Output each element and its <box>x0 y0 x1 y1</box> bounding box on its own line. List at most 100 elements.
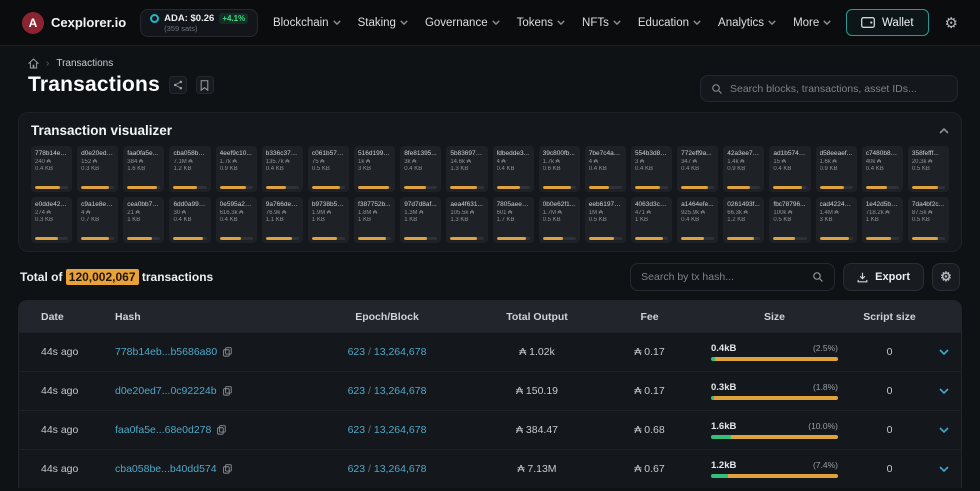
nav-menu-item[interactable]: Governance <box>425 17 500 29</box>
tx-card[interactable]: cad42249... 1.4M ₳ 3 KB <box>816 197 857 243</box>
tx-card[interactable]: c7480b88... 40k ₳ 0.4 KB <box>862 146 903 192</box>
block-link[interactable]: 13,264,678 <box>374 385 427 397</box>
tx-card[interactable]: a1464efe... 925.9k ₳ 0.4 KB <box>677 197 718 243</box>
tx-card[interactable]: 6dd0a999... 30 ₳ 0.4 KB <box>169 197 210 243</box>
expand-row-button[interactable] <box>927 349 961 355</box>
epoch-link[interactable]: 623 <box>348 424 366 436</box>
wallet-button[interactable]: Wallet <box>846 9 929 36</box>
tx-card[interactable]: 39c800fb... 1.7k ₳ 0.6 KB <box>539 146 580 192</box>
block-link[interactable]: 13,264,678 <box>374 463 427 475</box>
tx-card-size-bar <box>450 237 483 240</box>
tx-card[interactable]: cea0bb73... 21 ₳ 1 KB <box>123 197 164 243</box>
epoch-link[interactable]: 623 <box>348 385 366 397</box>
tx-hash-search-input[interactable] <box>641 271 812 283</box>
nav-menu-item[interactable]: Education <box>638 17 701 29</box>
tx-card-amount: 471 ₳ <box>635 210 668 216</box>
tx-card[interactable]: 516d1995... 1k ₳ 3 KB <box>354 146 395 192</box>
tx-card[interactable]: 358fefff... 20.3k ₳ 0.5 KB <box>908 146 949 192</box>
tx-card[interactable]: ad1b5743... 15 ₳ 0.4 KB <box>769 146 810 192</box>
chevron-down-icon <box>693 20 701 25</box>
epoch-link[interactable]: 623 <box>348 463 366 475</box>
block-link[interactable]: 13,264,678 <box>374 424 427 436</box>
tx-card[interactable]: 0e595a28... 616.3k ₳ 0.4 KB <box>216 197 257 243</box>
tx-card[interactable]: c9a1e8e7... 4 ₳ 0.7 KB <box>77 197 118 243</box>
tx-card[interactable]: b9738b57... 1.9M ₳ 1 KB <box>308 197 349 243</box>
epoch-link[interactable]: 623 <box>348 346 366 358</box>
block-link[interactable]: 13,264,678 <box>374 346 427 358</box>
tx-hash-search[interactable] <box>630 263 835 291</box>
home-icon[interactable] <box>28 58 39 69</box>
tx-card-size-bar <box>35 237 68 240</box>
tx-card[interactable]: 778b14eb... 240 ₳ 0.4 KB <box>31 146 72 192</box>
tx-card[interactable]: 1e42d5b3... 718.2k ₳ 1 KB <box>862 197 903 243</box>
tx-hash-link[interactable]: cba058be...b40dd574 <box>115 463 217 475</box>
tx-card[interactable]: fbc78796... 100k ₳ 0.5 KB <box>769 197 810 243</box>
tx-card[interactable]: 97d7d8af... 1.3M ₳ 1 KB <box>400 197 441 243</box>
tx-card[interactable]: d58eeaef... 1.6k ₳ 0.9 KB <box>816 146 857 192</box>
tx-card-amount: 20.3k ₳ <box>912 159 945 165</box>
tx-card[interactable]: 4063d3c7... 471 ₳ 1 KB <box>631 197 672 243</box>
tx-card[interactable]: 7da4bf2c... 87.5k ₳ 0.5 KB <box>908 197 949 243</box>
nav-menu-item[interactable]: NFTs <box>582 17 621 29</box>
tx-card[interactable]: 0b0e62f1... 1.7M ₳ 0.5 KB <box>539 197 580 243</box>
tx-card-size: 0.4 KB <box>404 166 437 172</box>
tx-hash-link[interactable]: 778b14eb...b5686a80 <box>115 346 217 358</box>
nav-menu-item[interactable]: Blockchain <box>273 17 341 29</box>
tx-card[interactable]: 9a766dea... 76.9k ₳ 1.1 KB <box>262 197 303 243</box>
ada-price-badge[interactable]: ADA: $0.26 +4.1% (359 sats) <box>140 9 258 37</box>
tx-card[interactable]: cba058be... 7.1M ₳ 1.2 KB <box>169 146 210 192</box>
copy-icon[interactable] <box>223 347 232 357</box>
nav-menu-item[interactable]: Staking <box>358 17 408 29</box>
tx-card[interactable]: 772eff9a... 347 ₳ 0.4 KB <box>677 146 718 192</box>
tx-card[interactable]: 4eef9c10... 1.7k ₳ 0.9 KB <box>216 146 257 192</box>
tx-card[interactable]: fdbedde3... 4 ₳ 0.4 KB <box>493 146 534 192</box>
tx-hash-link[interactable]: faa0fa5e...68e0d278 <box>115 424 211 436</box>
copy-icon[interactable] <box>217 425 226 435</box>
tx-card[interactable]: 5b836971... 14.6k ₳ 1.3 KB <box>446 146 487 192</box>
tx-card-size-bar <box>866 237 899 240</box>
expand-row-button[interactable] <box>927 466 961 472</box>
brand-logo-group[interactable]: A Cexplorer.io <box>22 12 126 34</box>
chevron-down-icon <box>939 427 949 433</box>
tx-card[interactable]: eeb6197c... 1M ₳ 0.5 KB <box>585 197 626 243</box>
column-header-fee: Fee <box>602 311 697 323</box>
tx-card[interactable]: 7805aee7... 601 ₳ 1.7 KB <box>493 197 534 243</box>
chevron-down-icon <box>939 349 949 355</box>
breadcrumb: › Transactions <box>0 46 980 69</box>
breadcrumb-item[interactable]: Transactions <box>56 58 113 69</box>
tx-card[interactable]: 0261493f... 66.3k ₳ 1.2 KB <box>723 197 764 243</box>
table-settings-button[interactable]: ⚙ <box>932 263 960 291</box>
wallet-button-label: Wallet <box>882 17 914 29</box>
share-button[interactable] <box>169 76 187 94</box>
nav-menu-item[interactable]: Analytics <box>718 17 776 29</box>
tx-card-amount: 3k ₳ <box>404 159 437 165</box>
tx-card[interactable]: faa0fa5e... 384 ₳ 1.6 KB <box>123 146 164 192</box>
global-search[interactable] <box>700 75 958 102</box>
bookmark-button[interactable] <box>196 76 214 94</box>
tx-card[interactable]: 7be7c4a3... 4 ₳ 0.4 KB <box>585 146 626 192</box>
expand-row-button[interactable] <box>927 427 961 433</box>
copy-icon[interactable] <box>223 386 232 396</box>
tx-card[interactable]: 554b3d8a... 3 ₳ 0.4 KB <box>631 146 672 192</box>
tx-card-size-bar-fill <box>635 237 663 240</box>
tx-card[interactable]: e0dde428... 274 ₳ 0.3 KB <box>31 197 72 243</box>
tx-card[interactable]: f387752b... 1.8M ₳ 1 KB <box>354 197 395 243</box>
tx-card-size-bar-fill <box>773 186 801 189</box>
nav-menu-item[interactable]: Tokens <box>517 17 565 29</box>
collapse-chevron-up-icon[interactable] <box>939 128 949 134</box>
tx-total-output: ₳ 150.19 <box>472 385 602 397</box>
expand-row-button[interactable] <box>927 388 961 394</box>
global-search-input[interactable] <box>730 83 947 95</box>
tx-hash-link[interactable]: d0e20ed7...0c92224b <box>115 385 217 397</box>
copy-icon[interactable] <box>223 464 232 474</box>
tx-card[interactable]: b336c37e... 135.7k ₳ 0.4 KB <box>262 146 303 192</box>
export-button[interactable]: Export <box>843 263 924 291</box>
tx-card[interactable]: 8fe81395... 3k ₳ 0.4 KB <box>400 146 441 192</box>
total-transactions-text: Total of 120,002,067 transactions <box>20 270 213 284</box>
tx-card[interactable]: 42a3ee76... 1.4k ₳ 0.9 KB <box>723 146 764 192</box>
gear-icon[interactable]: ⚙ <box>945 14 958 32</box>
nav-menu-item[interactable]: More <box>793 17 831 29</box>
tx-card[interactable]: c061b575... 75 ₳ 0.5 KB <box>308 146 349 192</box>
tx-card[interactable]: aea4f631... 105.5k ₳ 1.3 KB <box>446 197 487 243</box>
tx-card[interactable]: d0e20ed7... 152 ₳ 0.3 KB <box>77 146 118 192</box>
